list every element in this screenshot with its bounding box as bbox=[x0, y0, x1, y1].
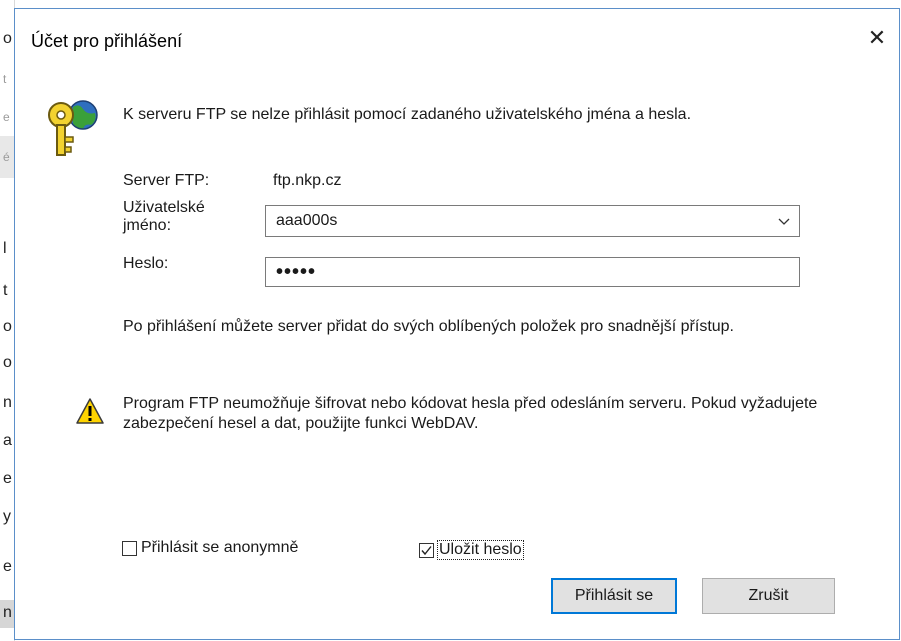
background-text-fragment: a bbox=[3, 432, 12, 449]
background-text-fragment: é bbox=[3, 150, 10, 164]
key-globe-icon bbox=[48, 100, 98, 156]
ftp-login-dialog: Účet pro přihlášení ✕ K serveru FTP se n… bbox=[14, 8, 900, 640]
close-button[interactable]: ✕ bbox=[855, 9, 899, 67]
background-text-fragment: l bbox=[3, 240, 7, 257]
warning-message: Program FTP neumožňuje šifrovat nebo kód… bbox=[123, 395, 818, 432]
title-bar[interactable]: Účet pro přihlášení ✕ bbox=[15, 9, 899, 75]
cancel-button[interactable]: Zrušit bbox=[702, 578, 835, 614]
background-window-strip: o t e é l t o o n a e y e n bbox=[0, 0, 15, 641]
server-label: Server FTP: bbox=[123, 172, 210, 189]
background-text-fragment: y bbox=[3, 508, 11, 525]
anonymous-login-checkbox[interactable]: Přihlásit se anonymně bbox=[122, 537, 298, 559]
background-text-fragment: t bbox=[3, 282, 8, 299]
save-password-label: Uložit heslo bbox=[437, 540, 524, 560]
background-text-fragment: e bbox=[3, 110, 10, 124]
error-message: K serveru FTP se nelze přihlásit pomocí … bbox=[123, 106, 692, 123]
username-label: Uživatelské jméno: bbox=[123, 199, 205, 235]
close-icon: ✕ bbox=[867, 25, 887, 50]
username-label-line2: jméno: bbox=[123, 217, 172, 234]
chevron-down-icon[interactable] bbox=[777, 214, 791, 228]
background-text-fragment: n bbox=[3, 604, 12, 621]
login-button[interactable]: Přihlásit se bbox=[551, 578, 677, 614]
save-password-checkbox-box[interactable] bbox=[419, 542, 434, 558]
save-password-checkbox[interactable]: Uložit heslo bbox=[419, 539, 524, 561]
info-message: Po přihlášení můžete server přidat do sv… bbox=[123, 318, 734, 335]
background-text-fragment: n bbox=[3, 394, 12, 411]
password-field[interactable]: ••••• bbox=[265, 257, 800, 287]
anonymous-checkbox-box[interactable] bbox=[122, 540, 137, 556]
username-label-line1: Uživatelské bbox=[123, 199, 205, 216]
background-text-fragment: t bbox=[3, 72, 7, 86]
username-value: aaa000s bbox=[276, 212, 338, 229]
password-value: ••••• bbox=[276, 261, 317, 283]
password-label: Heslo: bbox=[123, 255, 169, 272]
anonymous-checkbox-label: Přihlásit se anonymně bbox=[141, 539, 299, 556]
warning-icon bbox=[76, 398, 104, 424]
server-value: ftp.nkp.cz bbox=[273, 172, 342, 189]
dialog-title: Účet pro přihlášení bbox=[31, 31, 183, 51]
username-combobox[interactable]: aaa000s bbox=[265, 205, 800, 237]
background-text-fragment: e bbox=[3, 558, 12, 575]
background-text-fragment: o bbox=[3, 318, 12, 335]
background-text-fragment: o bbox=[3, 354, 12, 371]
background-text-fragment: o bbox=[3, 30, 12, 47]
checkmark-icon bbox=[421, 545, 432, 555]
background-text-fragment: e bbox=[3, 470, 12, 487]
